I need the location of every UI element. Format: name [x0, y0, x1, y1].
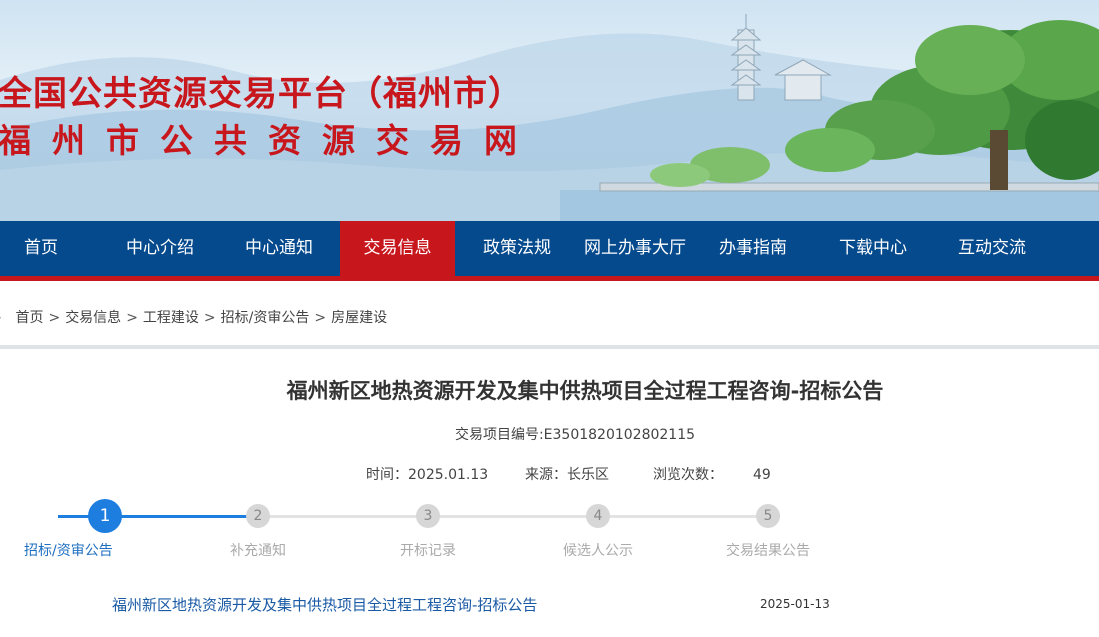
publish-time-value: 2025.01.13 — [408, 467, 489, 483]
section-divider — [0, 345, 1099, 349]
step-progress-done — [58, 515, 248, 518]
source-value: 长乐区 — [567, 467, 609, 483]
nav-trade-info[interactable]: 交易信息 — [340, 221, 455, 276]
nav-online-hall[interactable]: 网上办事大厅 — [576, 221, 694, 276]
step-2-label[interactable]: 补充通知 — [230, 540, 286, 560]
breadcrumb-item-housing[interactable]: 房屋建设 — [331, 310, 387, 326]
breadcrumb-separator: > — [126, 310, 138, 326]
main-nav: 首页 中心介绍 中心通知 交易信息 政策法规 网上办事大厅 办事指南 下载中心 … — [0, 221, 1099, 281]
publish-time: 时间：2025.01.13 — [366, 464, 488, 484]
breadcrumb: › 首页>交易信息>工程建设>招标/资审公告>房屋建设 — [0, 306, 387, 330]
breadcrumb-item-home[interactable]: 首页 — [15, 310, 43, 326]
nav-downloads[interactable]: 下载中心 — [814, 221, 932, 276]
view-count: 浏览次数： 49 — [653, 464, 771, 484]
breadcrumb-item-engineering[interactable]: 工程建设 — [143, 310, 199, 326]
step-4-circle[interactable]: 4 — [586, 504, 610, 528]
step-5-label[interactable]: 交易结果公告 — [726, 540, 810, 560]
site-title-line1: 全国公共资源交易平台（福州市） — [0, 74, 523, 114]
breadcrumb-item-tender-notice[interactable]: 招标/资审公告 — [221, 310, 310, 326]
step-1-label[interactable]: 招标/资审公告 — [24, 540, 113, 560]
view-count-value: 49 — [753, 467, 771, 483]
step-1-circle[interactable]: 1 — [88, 499, 122, 533]
project-number: 交易项目编号:E3501820102802115 — [454, 427, 696, 443]
site-banner: 全国公共资源交易平台（福州市） 福州市公共资源交易网 — [0, 0, 1099, 221]
announcement-date: 2025-01-13 — [760, 597, 830, 611]
nav-center-intro[interactable]: 中心介绍 — [101, 221, 219, 276]
publish-time-label: 时间： — [366, 467, 408, 483]
step-4-label[interactable]: 候选人公示 — [563, 540, 633, 560]
step-progress-pending — [248, 515, 780, 518]
breadcrumb-separator: > — [48, 310, 61, 326]
nav-interaction[interactable]: 互动交流 — [933, 221, 1051, 276]
article-title: 福州新区地热资源开发及集中供热项目全过程工程咨询-招标公告 — [286, 379, 884, 403]
step-3-label[interactable]: 开标记录 — [400, 540, 456, 560]
announcement-link[interactable]: 福州新区地热资源开发及集中供热项目全过程工程咨询-招标公告 — [112, 594, 537, 615]
nav-policy[interactable]: 政策法规 — [458, 221, 576, 276]
breadcrumb-item-trade-info[interactable]: 交易信息 — [65, 310, 121, 326]
step-3-circle[interactable]: 3 — [416, 504, 440, 528]
source-label: 来源： — [525, 467, 567, 483]
nav-guide[interactable]: 办事指南 — [694, 221, 812, 276]
step-5-circle[interactable]: 5 — [756, 504, 780, 528]
view-count-label: 浏览次数： — [653, 467, 723, 483]
nav-center-notice[interactable]: 中心通知 — [220, 221, 338, 276]
source: 来源：长乐区 — [525, 464, 609, 484]
nav-home[interactable]: 首页 — [0, 221, 82, 276]
step-2-circle[interactable]: 2 — [246, 504, 270, 528]
site-title-line2: 福州市公共资源交易网 — [0, 121, 538, 160]
breadcrumb-separator: > — [314, 310, 327, 326]
breadcrumb-marker-icon: › — [0, 306, 2, 330]
breadcrumb-separator: > — [203, 310, 216, 326]
